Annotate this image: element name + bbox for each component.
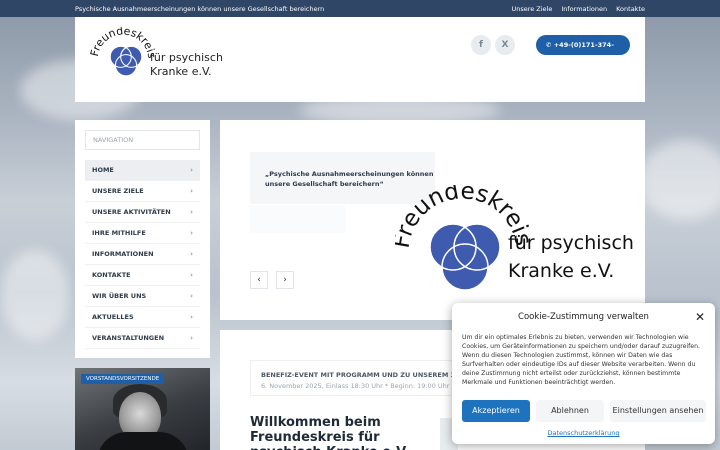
chevron-right-icon: ›	[190, 334, 193, 342]
logo-line-2: Kranke e.V.	[150, 65, 212, 78]
slider-prev-button[interactable]: ‹	[250, 271, 268, 289]
menu-item-label: VERANSTALTUNGEN	[92, 334, 165, 342]
chevron-right-icon: ›	[190, 208, 193, 216]
hero-logo-line-1: für psychisch	[508, 232, 634, 254]
cookie-consent-dialog: Cookie-Zustimmung verwalten ✕ Um dir ein…	[452, 303, 715, 444]
chevron-right-icon: ›	[190, 166, 193, 174]
top-link-unsere-ziele[interactable]: Unsere Ziele	[511, 5, 552, 13]
top-bar: Psychische Ausnahmeerscheinungen können …	[0, 0, 720, 17]
phone-icon: ✆	[546, 41, 552, 49]
consent-text: Um dir ein optimales Erlebnis zu bieten,…	[462, 334, 700, 386]
menu-item-label: HOME	[92, 166, 114, 174]
menu-item-informationen[interactable]: INFORMATIONEN ›	[85, 244, 200, 265]
portrait-shoulders	[97, 432, 189, 450]
x-twitter-icon[interactable]: X	[495, 35, 515, 55]
logo-title: für psychisch Kranke e.V.	[150, 51, 223, 79]
phone-button[interactable]: ✆ +49-(0)171-374-8775	[536, 35, 630, 69]
portrait-tag: VORSTANDSVORSITZENDE	[81, 374, 165, 384]
menu-item-label: UNSERE AKTIVITÄTEN	[92, 208, 171, 216]
menu-item-ihre-mithilfe[interactable]: IHRE MITHILFE ›	[85, 223, 200, 244]
chevron-right-icon: ›	[190, 313, 193, 321]
menu-item-label: KONTAKTE	[92, 271, 131, 279]
chairwoman-portrait: VORSTANDSVORSITZENDE	[75, 368, 210, 450]
slider-next-button[interactable]: ›	[276, 271, 294, 289]
menu-item-kontakte[interactable]: KONTAKTE ›	[85, 265, 200, 286]
top-nav: Unsere Ziele Informationen Kontakte	[511, 5, 645, 13]
menu-item-wir-ueber-uns[interactable]: WIR ÜBER UNS ›	[85, 286, 200, 307]
menu-item-unsere-aktivitaeten[interactable]: UNSERE AKTIVITÄTEN ›	[85, 202, 200, 223]
navigation-heading: NAVIGATION	[85, 130, 200, 150]
close-icon[interactable]: ✕	[695, 310, 705, 324]
consent-title: Cookie-Zustimmung verwalten	[518, 312, 649, 322]
accept-button[interactable]: Akzeptieren	[462, 400, 530, 422]
logo-arc-text: Freundeskreis	[90, 27, 156, 60]
event-title: BENEFIZ-EVENT MIT PROGRAMM UND ZU UNSERE…	[261, 371, 460, 379]
logo-line-1: für psychisch	[150, 51, 223, 64]
menu-item-label: AKTUELLES	[92, 313, 134, 321]
svg-text:Freundeskreis: Freundeskreis	[90, 27, 156, 60]
welcome-heading: Willkommen beim Freundeskreis für psychi…	[250, 415, 409, 450]
event-teaser[interactable]: BENEFIZ-EVENT MIT PROGRAMM UND ZU UNSERE…	[250, 360, 460, 396]
site-tagline: Psychische Ausnahmeerscheinungen können …	[75, 5, 325, 13]
slider-quote-shadow	[250, 205, 345, 233]
hero-logo-title: für psychisch Kranke e.V.	[508, 229, 634, 285]
menu-item-label: INFORMATIONEN	[92, 250, 154, 258]
sidebar-menu: HOME › UNSERE ZIELE › UNSERE AKTIVITÄTEN › …	[85, 160, 200, 349]
top-link-informationen[interactable]: Informationen	[561, 5, 607, 13]
menu-item-label: WIR ÜBER UNS	[92, 292, 147, 300]
menu-item-label: IHRE MITHILFE	[92, 229, 146, 237]
top-link-kontakte[interactable]: Kontakte	[616, 5, 645, 13]
facebook-icon[interactable]: f	[471, 35, 491, 55]
background-cloud	[640, 140, 720, 220]
menu-item-veranstaltungen[interactable]: VERANSTALTUNGEN ›	[85, 328, 200, 349]
menu-item-label: UNSERE ZIELE	[92, 187, 144, 195]
background-cloud	[0, 250, 70, 340]
deny-button[interactable]: Ablehnen	[536, 400, 604, 422]
chevron-right-icon: ›	[190, 229, 193, 237]
menu-item-home[interactable]: HOME ›	[85, 160, 200, 181]
event-meta: 6. November 2025, Einlass 18:30 Uhr * Be…	[261, 382, 450, 390]
chevron-right-icon: ›	[190, 292, 193, 300]
privacy-policy-link[interactable]: Datenschutzerklärung	[452, 429, 715, 437]
chevron-right-icon: ›	[190, 250, 193, 258]
view-preferences-button[interactable]: Einstellungen ansehen	[610, 400, 706, 422]
menu-item-unsere-ziele[interactable]: UNSERE ZIELE ›	[85, 181, 200, 202]
menu-item-aktuelles[interactable]: AKTUELLES ›	[85, 307, 200, 328]
chevron-right-icon: ›	[190, 271, 193, 279]
chevron-right-icon: ›	[190, 187, 193, 195]
hero-logo-line-2: Kranke e.V.	[508, 260, 615, 282]
